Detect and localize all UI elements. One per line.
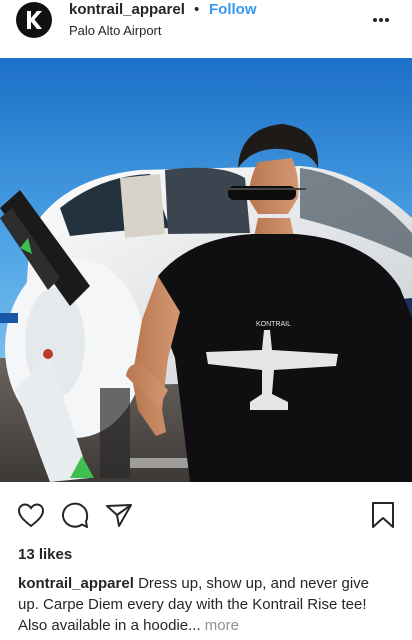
comment-icon[interactable] xyxy=(60,500,90,530)
likes-count[interactable]: 13 likes xyxy=(18,546,72,563)
caption-text-1: Dress up, show up, and never give xyxy=(138,575,370,592)
caption-line-1: kontrail_apparel Dress up, show up, and … xyxy=(18,573,408,594)
heart-icon[interactable] xyxy=(16,500,46,530)
post-caption: kontrail_apparel Dress up, show up, and … xyxy=(18,573,408,636)
kontrail-logo-icon xyxy=(27,11,42,29)
separator-dot: • xyxy=(194,1,200,18)
post-username[interactable]: kontrail_apparel xyxy=(69,1,185,18)
caption-line-3: Also available in a hoodie... more xyxy=(18,615,408,636)
bookmark-icon[interactable] xyxy=(368,500,398,530)
post-photo[interactable]: KONTRAIL xyxy=(0,58,412,482)
shirt-print: KONTRAIL xyxy=(256,321,291,328)
post-location[interactable]: Palo Alto Airport xyxy=(69,23,162,38)
caption-text-3: Also available in a hoodie... xyxy=(18,617,201,634)
caption-username[interactable]: kontrail_apparel xyxy=(18,575,134,592)
more-link[interactable]: more xyxy=(205,617,239,634)
action-bar xyxy=(0,500,412,532)
photo-illustration: KONTRAIL xyxy=(0,58,412,482)
caption-text-2: up. Carpe Diem every day with the Kontra… xyxy=(18,596,367,613)
share-icon[interactable] xyxy=(104,500,134,530)
follow-button[interactable]: Follow xyxy=(209,1,257,18)
more-options-icon[interactable] xyxy=(371,10,391,30)
post-header: kontrail_apparel • Follow Palo Alto Airp… xyxy=(0,0,412,60)
avatar[interactable] xyxy=(16,2,52,38)
